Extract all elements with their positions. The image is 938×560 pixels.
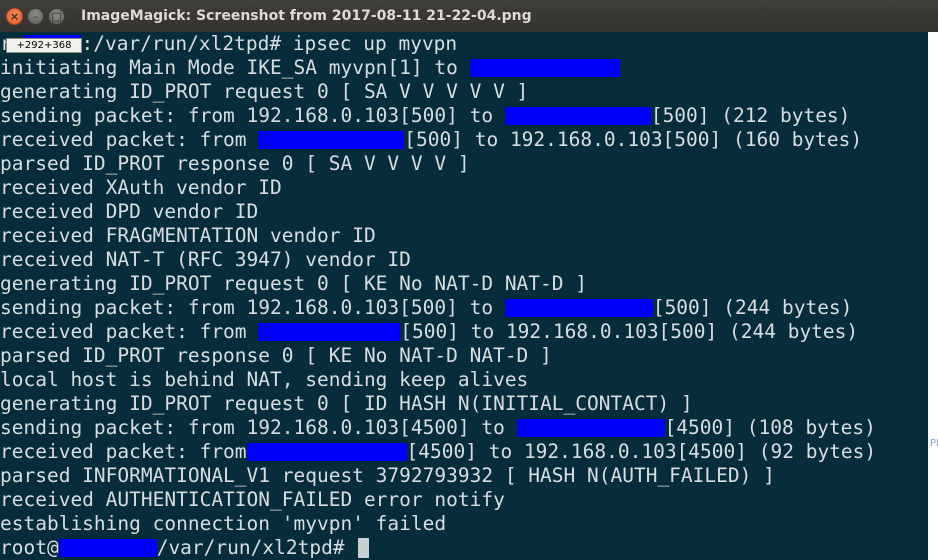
terminal-text: received FRAGMENTATION vendor ID	[0, 224, 376, 247]
terminal-text: [500] (244 bytes)	[652, 296, 853, 319]
terminal-text: parsed ID_PROT response 0 [ SA V V V V ]	[0, 152, 470, 175]
terminal-text: received packet: from	[0, 320, 259, 343]
terminal-text: [500] to 192.168.0.103[500] (244 bytes)	[400, 320, 859, 343]
terminal-line: received DPD vendor ID	[0, 200, 876, 224]
terminal-text: generating ID_PROT request 0 [ KE No NAT…	[0, 272, 587, 295]
terminal-line: root@ /var/run/xl2tpd#	[0, 536, 876, 560]
terminal-line: received AUTHENTICATION_FAILED error not…	[0, 488, 876, 512]
terminal-text: sending packet: from 192.168.0.103[500] …	[0, 296, 505, 319]
terminal-line: generating ID_PROT request 0 [ KE No NAT…	[0, 272, 876, 296]
terminal-text: parsed INFORMATIONAL_V1 request 37927939…	[0, 464, 775, 487]
window-controls: × – □	[6, 7, 65, 25]
terminal-line: received packet: from [4500] to 192.168.0…	[0, 440, 876, 464]
terminal-line: sending packet: from 192.168.0.103[500] …	[0, 104, 876, 128]
terminal-cursor	[358, 538, 370, 558]
redaction-block	[504, 107, 651, 125]
terminal-line: generating ID_PROT request 0 [ SA V V V …	[0, 80, 876, 104]
terminal-text: sending packet: from 192.168.0.103[4500]…	[0, 416, 517, 439]
terminal-text: [500] (212 bytes)	[650, 104, 851, 127]
maximize-icon: □	[51, 9, 62, 23]
terminal-line: received XAuth vendor ID	[0, 176, 876, 200]
terminal-text: [500] to 192.168.0.103[500] (160 bytes)	[404, 128, 863, 151]
terminal-line: sending packet: from 192.168.0.103[500] …	[0, 296, 876, 320]
terminal-text: received packet: from	[0, 128, 259, 151]
terminal-screen[interactable]: ro:/var/run/xl2tpd# ipsec up myvpninitia…	[0, 32, 928, 560]
terminal-text: [4500] (108 bytes)	[664, 416, 876, 439]
close-button[interactable]: ×	[6, 7, 23, 25]
redaction-block	[258, 323, 401, 341]
redaction-block	[258, 131, 405, 149]
window-titlebar: × – □ ImageMagick: Screenshot from 2017-…	[0, 0, 938, 32]
redaction-block	[516, 419, 665, 437]
maximize-button[interactable]: □	[48, 7, 65, 25]
terminal-text: root@	[0, 536, 59, 559]
terminal-text: received packet: from	[0, 440, 247, 463]
terminal-line: received packet: from [500] to 192.168.0…	[0, 320, 876, 344]
terminal-line: received packet: from [500] to 192.168.0…	[0, 128, 876, 152]
terminal-text: sending packet: from 192.168.0.103[500] …	[0, 104, 505, 127]
terminal-text: generating ID_PROT request 0 [ SA V V V …	[0, 80, 529, 103]
background-text-fragment: Pl	[930, 438, 938, 449]
terminal-text: received NAT-T (RFC 3947) vendor ID	[0, 248, 411, 271]
minimize-button[interactable]: –	[27, 7, 44, 25]
terminal-line: establishing connection 'myvpn' failed	[0, 512, 876, 536]
terminal-line: parsed ID_PROT response 0 [ KE No NAT-D …	[0, 344, 876, 368]
terminal-text: generating ID_PROT request 0 [ ID HASH N…	[0, 392, 693, 415]
terminal-line: parsed INFORMATIONAL_V1 request 37927939…	[0, 464, 876, 488]
terminal-line: received FRAGMENTATION vendor ID	[0, 224, 876, 248]
terminal-line: parsed ID_PROT response 0 [ SA V V V V ]	[0, 152, 876, 176]
terminal-line: generating ID_PROT request 0 [ ID HASH N…	[0, 392, 876, 416]
minimize-icon: –	[32, 9, 39, 23]
terminal-text: received DPD vendor ID	[0, 200, 259, 223]
terminal-text: parsed ID_PROT response 0 [ KE No NAT-D …	[0, 344, 552, 367]
coordinate-readout: +292+368	[6, 38, 82, 53]
terminal-line: ro:/var/run/xl2tpd# ipsec up myvpn	[0, 32, 876, 56]
redaction-block	[58, 539, 157, 557]
terminal-text: establishing connection 'myvpn' failed	[0, 512, 447, 535]
terminal-line: received NAT-T (RFC 3947) vendor ID	[0, 248, 876, 272]
terminal-text: [4500] to 192.168.0.103[4500] (92 bytes)	[406, 440, 877, 463]
terminal-line: local host is behind NAT, sending keep a…	[0, 368, 876, 392]
redaction-block	[246, 443, 407, 461]
terminal-line: sending packet: from 192.168.0.103[4500]…	[0, 416, 876, 440]
terminal-output: ro:/var/run/xl2tpd# ipsec up myvpninitia…	[0, 32, 876, 560]
close-icon: ×	[9, 9, 20, 23]
background-strip: Pl	[928, 32, 938, 560]
terminal-text: initiating Main Mode IKE_SA myvpn[1] to	[0, 56, 470, 79]
window-title: ImageMagick: Screenshot from 2017-08-11 …	[81, 8, 532, 24]
terminal-text: /var/run/xl2tpd#	[156, 536, 357, 559]
terminal-text: :/var/run/xl2tpd# ipsec up myvpn	[81, 32, 458, 55]
redaction-block	[504, 299, 653, 317]
terminal-line: initiating Main Mode IKE_SA myvpn[1] to	[0, 56, 876, 80]
redaction-block	[469, 59, 620, 77]
terminal-text: received XAuth vendor ID	[0, 176, 282, 199]
terminal-text: local host is behind NAT, sending keep a…	[0, 368, 529, 391]
terminal-text: received AUTHENTICATION_FAILED error not…	[0, 488, 505, 511]
